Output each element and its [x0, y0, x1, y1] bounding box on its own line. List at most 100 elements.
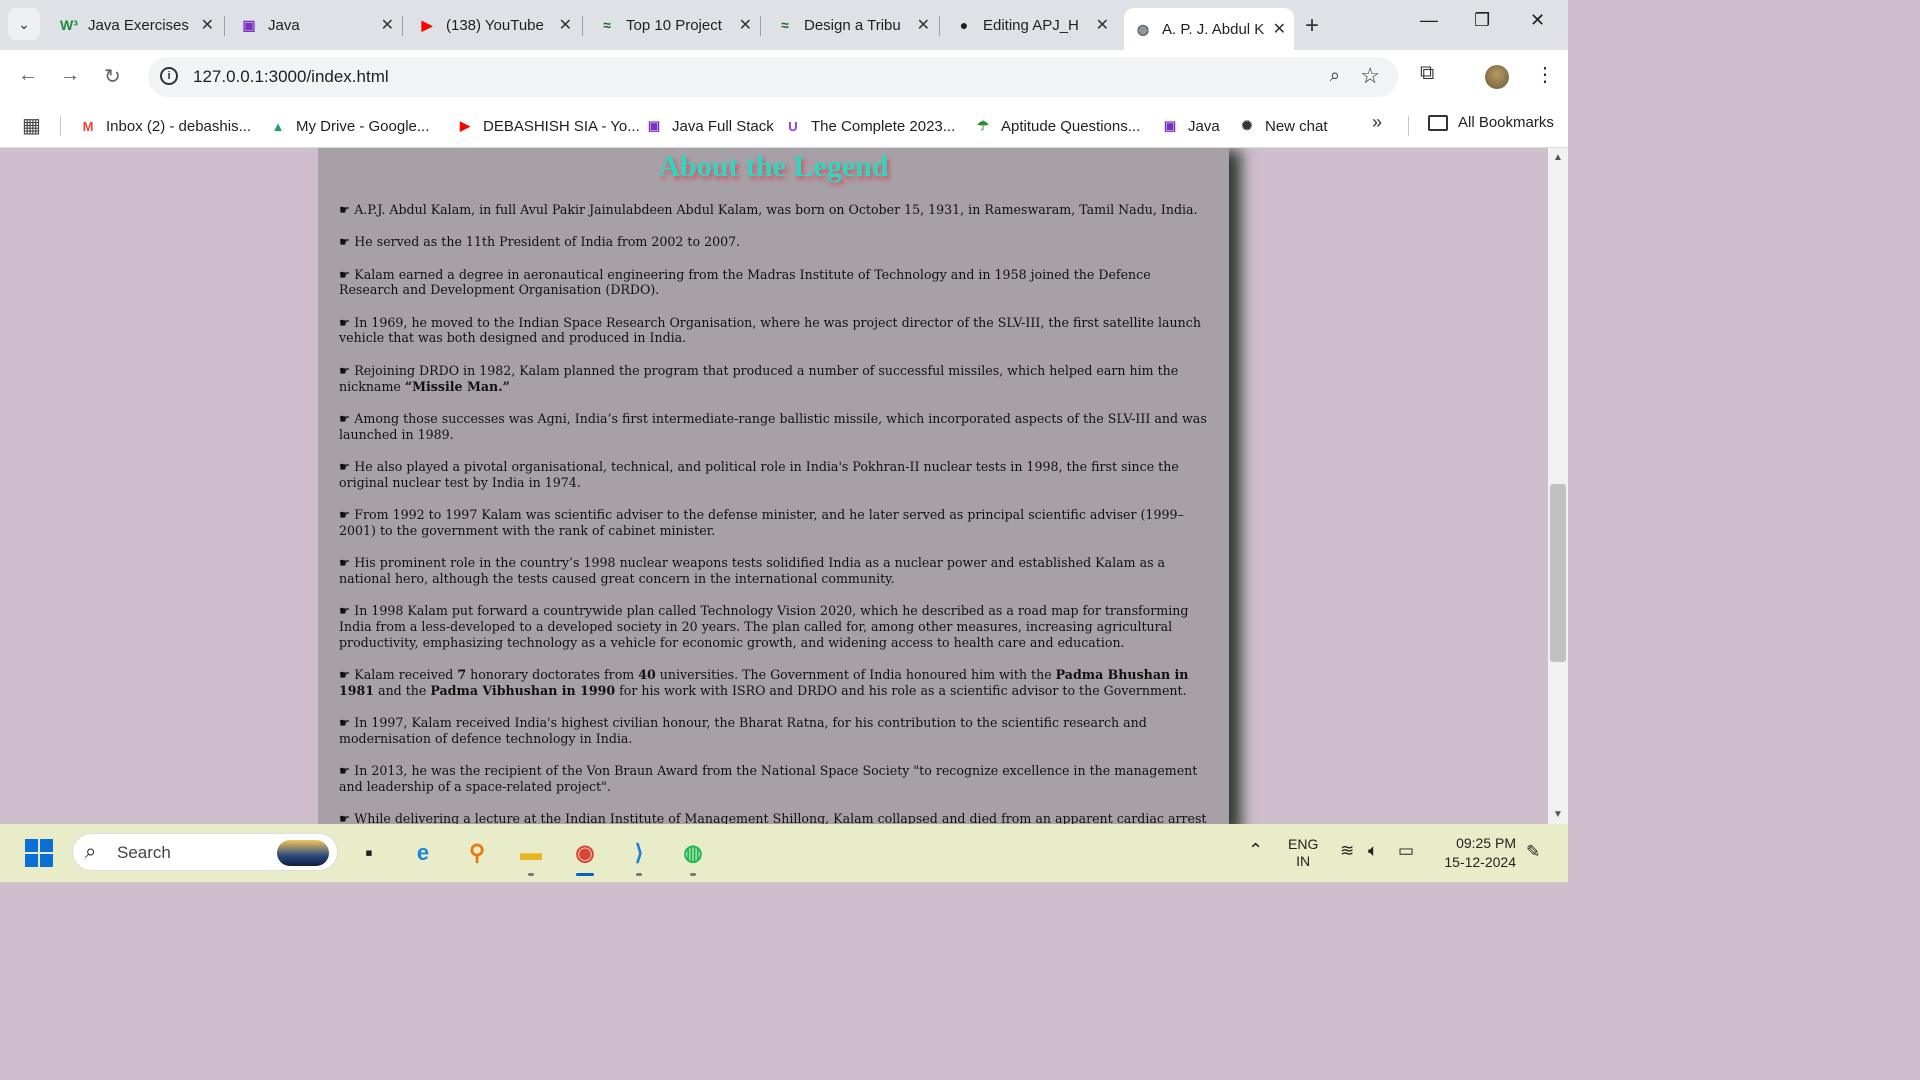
bookmark-item[interactable]: ▣ Java — [1160, 114, 1220, 138]
bookmark-label: DEBASHISH SIA - Yo... — [483, 117, 640, 135]
task-view-icon[interactable]: ▪ — [352, 836, 386, 870]
forward-button[interactable]: → — [60, 64, 80, 87]
running-indicator — [636, 873, 642, 876]
address-bar[interactable]: i 127.0.0.1:3000/index.html ⌕ ☆ — [148, 57, 1398, 97]
language-indicator[interactable]: ENG IN — [1288, 836, 1318, 870]
bookmark-label: Java — [1188, 117, 1220, 135]
fact-text: ☛ He served as the 11th President of Ind… — [339, 234, 741, 250]
bookmark-item[interactable]: M Inbox (2) - debashis... — [78, 114, 252, 138]
scrollbar-thumb[interactable] — [1550, 484, 1566, 662]
fact-item: ☛ From 1992 to 1997 Kalam was scientific… — [339, 507, 1211, 539]
system-clock[interactable]: 09:25 PM 15-12-2024 — [1436, 834, 1516, 872]
folder-icon — [1428, 114, 1448, 131]
fact-item: ☛ He also played a pivotal organisationa… — [339, 459, 1211, 491]
tab-close-icon[interactable]: ✕ — [559, 15, 572, 35]
new-tab-button[interactable]: + — [1305, 12, 1319, 40]
bookmark-item[interactable]: ▶ DEBASHISH SIA - Yo... — [455, 114, 640, 138]
vscode-icon[interactable]: ⟩ — [622, 836, 656, 870]
browser-tab[interactable]: ◍ A. P. J. Abdul K ✕ — [1124, 8, 1294, 50]
fact-item: ☛ He served as the 11th President of Ind… — [339, 234, 1211, 250]
reload-button[interactable]: ↻ — [104, 64, 121, 89]
tab-separator — [224, 16, 225, 36]
fact-text: ☛ Kalam received — [339, 667, 458, 683]
tab-title: Top 10 Project — [626, 16, 722, 34]
fact-text: ☛ He also played a pivotal organisationa… — [339, 458, 1179, 490]
browser-tab[interactable]: ≈ Design a Tribu ✕ — [766, 8, 938, 42]
edge-icon[interactable]: e — [406, 836, 440, 870]
chevron-down-icon: ⌄ — [18, 15, 30, 32]
search-app-icon[interactable]: ⚲ — [460, 836, 494, 870]
bookmark-item[interactable]: ▲ My Drive - Google... — [268, 114, 430, 138]
browser-menu-icon[interactable]: ⋮ — [1535, 62, 1555, 87]
site-info-icon[interactable]: i — [160, 67, 178, 85]
tab-close-icon[interactable]: ✕ — [201, 15, 214, 35]
back-arrow-icon: ← — [18, 64, 38, 86]
fact-item: ☛ In 2013, he was the recipient of the V… — [339, 763, 1211, 795]
wifi-icon[interactable]: ≋ — [1340, 841, 1354, 861]
scroll-down-arrow-icon[interactable]: ▼ — [1553, 809, 1563, 820]
apps-grid-icon[interactable]: ▦ — [22, 113, 41, 138]
taskbar-search-box[interactable]: ⌕ Search — [72, 833, 338, 871]
tab-close-icon[interactable]: ✕ — [1273, 19, 1286, 39]
restore-icon: ❐ — [1474, 10, 1491, 30]
tab-close-icon[interactable]: ✕ — [1096, 15, 1109, 35]
tab-title: A. P. J. Abdul K — [1162, 20, 1265, 38]
tab-close-icon[interactable]: ✕ — [739, 15, 752, 35]
more-bookmarks-chevron-icon[interactable]: » — [1372, 112, 1382, 133]
forward-arrow-icon: → — [60, 64, 80, 86]
all-bookmarks-label: All Bookmarks — [1458, 114, 1554, 131]
fact-text: ☛ From 1992 to 1997 Kalam was scientific… — [339, 507, 1184, 538]
close-icon: ✕ — [1530, 10, 1546, 30]
profile-avatar[interactable] — [1485, 65, 1509, 89]
back-button[interactable]: ← — [18, 64, 38, 87]
battery-icon[interactable]: ▭ — [1398, 841, 1414, 861]
tab-close-icon[interactable]: ✕ — [917, 15, 930, 35]
windows-taskbar: ⌕ Search ▪ e ⚲ ▬ ◉ ⟩ ◍ ⌃ ENG IN ≋ 🔈︎ ▭ 0… — [0, 824, 1568, 882]
fact-item: ☛ Rejoining DRDO in 1982, Kalam planned … — [339, 363, 1211, 395]
minimize-button[interactable]: — — [1420, 10, 1438, 31]
bookmark-item[interactable]: U The Complete 2023... — [783, 114, 955, 138]
fact-text: ☛ While delivering a lecture at the Indi… — [339, 811, 1207, 824]
browser-tab[interactable]: ▶ (138) YouTube ✕ — [408, 8, 580, 42]
browser-tab[interactable]: ● Editing APJ_H ✕ — [945, 8, 1117, 42]
bookmark-label: New chat — [1265, 117, 1328, 135]
tab-search-button[interactable]: ⌄ — [8, 8, 40, 40]
browser-tab[interactable]: ▣ Java ✕ — [230, 8, 402, 42]
freecodecamp-icon: ≈ — [781, 17, 789, 33]
active-indicator — [576, 873, 594, 876]
fact-text: ☛ In 1969, he moved to the Indian Space … — [339, 314, 1201, 346]
zoom-icon[interactable]: ⌕ — [1330, 65, 1340, 86]
notification-icon[interactable]: ✎ — [1526, 842, 1540, 862]
all-bookmarks-button[interactable]: All Bookmarks — [1428, 114, 1554, 131]
bookmark-star-icon[interactable]: ☆ — [1360, 63, 1380, 89]
region-code: IN — [1296, 853, 1311, 869]
page-scrollbar[interactable]: ▲ ▼ — [1548, 148, 1568, 824]
scroll-up-arrow-icon[interactable]: ▲ — [1553, 152, 1563, 163]
windows-start-icon[interactable] — [25, 839, 53, 867]
fact-emphasis: Padma Vibhushan in 1990 — [430, 682, 616, 698]
bookmark-label: Aptitude Questions... — [1001, 117, 1141, 135]
freecodecamp-icon: ≈ — [603, 17, 611, 33]
browser-tab[interactable]: W³ Java Exercises ✕ — [50, 8, 222, 42]
show-hidden-icons-chevron-icon[interactable]: ⌃ — [1248, 840, 1263, 861]
indiabix-icon: ☂ — [977, 118, 989, 133]
tab-separator — [402, 16, 403, 36]
url-text[interactable]: 127.0.0.1:3000/index.html — [193, 67, 389, 87]
volume-icon[interactable]: 🔈︎ — [1368, 841, 1378, 861]
fact-text: for his work with ISRO and DRDO and his … — [615, 682, 1187, 698]
bookmark-item[interactable]: ✺ New chat — [1237, 114, 1328, 138]
tab-separator — [939, 16, 940, 36]
extensions-icon[interactable]: ⧉ — [1420, 62, 1434, 85]
bookmarks-divider — [60, 116, 61, 136]
bookmark-item[interactable]: ▣ Java Full Stack — [644, 114, 774, 138]
restore-button[interactable]: ❐ — [1474, 10, 1490, 31]
file-explorer-icon[interactable]: ▬ — [514, 836, 548, 870]
fact-item: ☛ Kalam earned a degree in aeronautical … — [339, 267, 1211, 299]
bookmark-item[interactable]: ☂ Aptitude Questions... — [973, 114, 1140, 138]
chrome-icon[interactable]: ◉ — [568, 836, 602, 870]
spotify-icon[interactable]: ◍ — [676, 836, 710, 870]
browser-tab[interactable]: ≈ Top 10 Project ✕ — [588, 8, 760, 42]
tab-close-icon[interactable]: ✕ — [381, 15, 394, 35]
close-window-button[interactable]: ✕ — [1530, 10, 1545, 31]
fact-text: ☛ His prominent role in the country’s 19… — [339, 555, 1166, 586]
